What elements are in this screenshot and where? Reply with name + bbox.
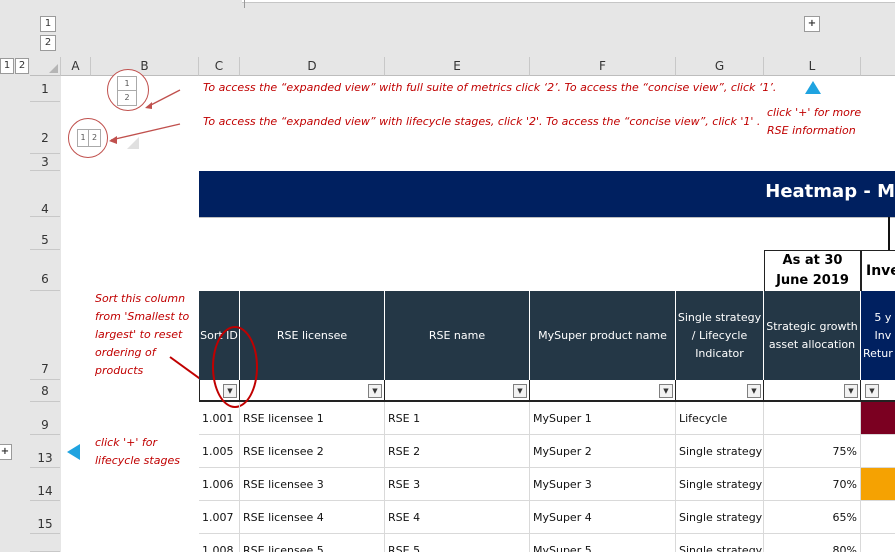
instruction-note-expanded-metrics: To access the “expanded view” with full … xyxy=(203,81,777,94)
filter-cell-growth: ▼ xyxy=(764,380,861,402)
filter-dropdown-licensee[interactable]: ▼ xyxy=(368,384,382,398)
header-mysuper-product-label: MySuper product name xyxy=(538,328,667,342)
filter-dropdown-growth[interactable]: ▼ xyxy=(844,384,858,398)
filter-cell-return: ▼ xyxy=(861,380,895,402)
more-rse-note-line1: click '+' for more xyxy=(767,106,862,119)
as-at-line2: June 2019 xyxy=(776,273,849,288)
cell-strategic-growth[interactable]: 75% xyxy=(764,435,861,468)
header-strategy-line1: Single strategy xyxy=(677,310,762,324)
more-rse-note-line2: RSE information xyxy=(767,124,856,137)
header-mysuper-product: MySuper product name xyxy=(530,291,676,380)
lifecycle-hint-note: click '+' for lifecycle stages xyxy=(95,434,180,470)
expand-indicator-triangle xyxy=(805,81,821,94)
sort-hint-line2: from 'Smallest to xyxy=(95,310,190,323)
filter-cell-rse-name: ▼ xyxy=(385,380,530,402)
header-growth-line2: asset allocation xyxy=(768,337,856,351)
banner-border xyxy=(199,217,895,218)
heatmap-title: Heatmap - M xyxy=(765,181,895,202)
cell-mysuper-product[interactable]: MySuper 2 xyxy=(530,435,676,468)
cell-strategy[interactable]: Single strategy xyxy=(676,435,764,468)
heat-swatch xyxy=(861,402,895,434)
sort-column-highlight-circle xyxy=(212,326,258,408)
cell-mysuper-product[interactable]: MySuper 4 xyxy=(530,501,676,534)
investment-label-text: Inve xyxy=(866,263,895,279)
cell-strategy[interactable]: Single strategy xyxy=(676,468,764,501)
header-rse-name-label: RSE name xyxy=(428,328,486,342)
cell-strategy[interactable]: Lifecycle xyxy=(676,402,764,435)
cell-rse-licensee[interactable]: RSE licensee 4 xyxy=(240,501,385,534)
cell-heat[interactable] xyxy=(861,435,895,468)
header-strategic-growth: Strategic growth asset allocation xyxy=(764,291,861,380)
cell-mysuper-product[interactable]: MySuper 3 xyxy=(530,468,676,501)
header-5yr-return: 5 y Inv Retur xyxy=(861,291,895,380)
filter-cell-mysuper: ▼ xyxy=(530,380,676,402)
cell-rse-licensee[interactable]: RSE licensee 3 xyxy=(240,468,385,501)
cell-rse-name[interactable]: RSE 5 xyxy=(385,534,530,552)
cell-strategic-growth[interactable]: 70% xyxy=(764,468,861,501)
filter-dropdown-mysuper[interactable]: ▼ xyxy=(659,384,673,398)
cell-rse-name[interactable]: RSE 4 xyxy=(385,501,530,534)
header-rse-name: RSE name xyxy=(385,291,530,380)
cell-mysuper-product[interactable]: MySuper 1 xyxy=(530,402,676,435)
lifecycle-hint-line1: click '+' for xyxy=(95,436,157,449)
header-return-line3: Retur xyxy=(863,346,893,360)
cell-strategic-growth[interactable]: 80% xyxy=(764,534,861,552)
heatmap-title-banner: Heatmap - M xyxy=(199,171,895,217)
header-return-line2: Inv xyxy=(874,328,892,342)
cell-rse-licensee[interactable]: RSE licensee 2 xyxy=(240,435,385,468)
cell-strategy[interactable]: Single strategy xyxy=(676,501,764,534)
sort-hint-line3: largest' to reset xyxy=(95,328,183,341)
as-at-line1: As at 30 xyxy=(782,253,843,268)
instruction-note-lifecycle: To access the “expanded view” with lifec… xyxy=(203,115,761,128)
sort-hint-line5: products xyxy=(95,364,144,377)
filter-dropdown-rse-name[interactable]: ▼ xyxy=(513,384,527,398)
filter-dropdown-return[interactable]: ▼ xyxy=(865,384,879,398)
cell-heat[interactable] xyxy=(861,468,895,501)
filter-dropdown-strategy[interactable]: ▼ xyxy=(747,384,761,398)
heat-swatch xyxy=(861,468,895,500)
header-return-line1: 5 y xyxy=(874,310,892,324)
cell-mysuper-product[interactable]: MySuper 5 xyxy=(530,534,676,552)
cell-rse-name[interactable]: RSE 2 xyxy=(385,435,530,468)
cell-sort-id[interactable]: 1.008 xyxy=(199,534,240,552)
cell-sort-id[interactable]: 1.007 xyxy=(199,501,240,534)
investment-section-label: Inve xyxy=(861,250,895,291)
as-at-date-cell: As at 30 June 2019 xyxy=(764,250,861,291)
filter-cell-strategy: ▼ xyxy=(676,380,764,402)
header-rse-licensee: RSE licensee xyxy=(240,291,385,380)
spreadsheet-window: 1 2 + 1 2 + A B C D E F G L 1 2 3 4 5 6 … xyxy=(0,0,895,552)
cell-strategy[interactable]: Single strategy xyxy=(676,534,764,552)
header-strategy-line3: Indicator xyxy=(695,346,744,360)
cell-sort-id[interactable]: 1.005 xyxy=(199,435,240,468)
cell-strategic-growth[interactable]: 65% xyxy=(764,501,861,534)
cell-sort-id[interactable]: 1.006 xyxy=(199,468,240,501)
sort-hint-note: Sort this column from 'Smallest to large… xyxy=(95,290,189,380)
header-strategy-indicator: Single strategy / Lifecycle Indicator xyxy=(676,291,764,380)
lifecycle-indicator-triangle xyxy=(67,444,80,460)
cell-sort-id[interactable]: 1.001 xyxy=(199,402,240,435)
cell-heat[interactable] xyxy=(861,402,895,435)
cell-heat[interactable] xyxy=(861,534,895,552)
filter-cell-licensee: ▼ xyxy=(240,380,385,402)
header-strategy-line2: / Lifecycle xyxy=(691,328,748,342)
cell-rse-licensee[interactable]: RSE licensee 1 xyxy=(240,402,385,435)
sort-hint-line4: ordering of xyxy=(95,346,156,359)
cell-rse-name[interactable]: RSE 3 xyxy=(385,468,530,501)
header-rse-licensee-label: RSE licensee xyxy=(276,328,348,342)
cell-strategic-growth[interactable] xyxy=(764,402,861,435)
header-growth-line1: Strategic growth xyxy=(766,319,858,333)
cell-rse-licensee[interactable]: RSE licensee 5 xyxy=(240,534,385,552)
cell-heat[interactable] xyxy=(861,501,895,534)
lifecycle-hint-line2: lifecycle stages xyxy=(95,454,180,467)
sort-hint-line1: Sort this column xyxy=(95,292,186,305)
more-rse-note: click '+' for more RSE information xyxy=(767,104,861,140)
cell-rse-name[interactable]: RSE 1 xyxy=(385,402,530,435)
